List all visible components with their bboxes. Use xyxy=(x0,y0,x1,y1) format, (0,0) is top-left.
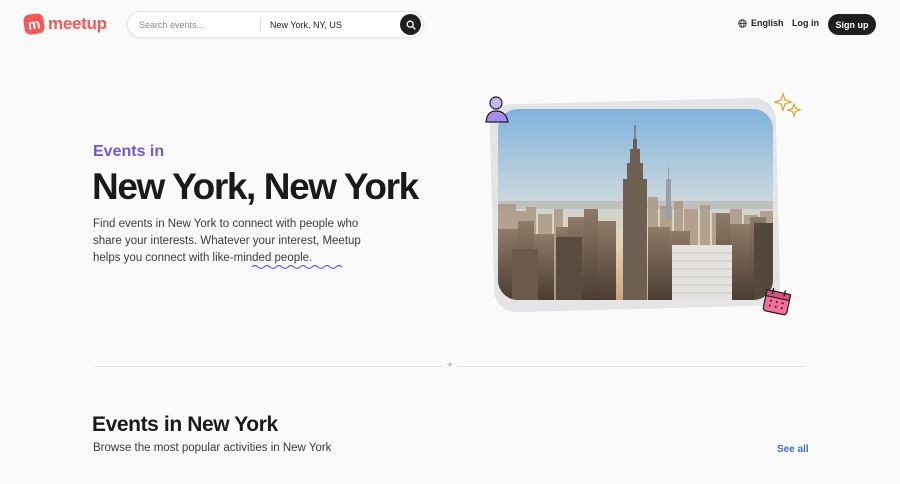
search-button[interactable] xyxy=(400,14,421,35)
search-bar xyxy=(127,11,424,38)
sparkle-icon xyxy=(774,92,802,119)
divider-star-icon: ✦ xyxy=(443,360,457,372)
language-label: English xyxy=(751,18,784,28)
nyc-skyline-illustration xyxy=(498,109,773,300)
top-header: m meetup English Log in Sign up xyxy=(0,0,900,50)
calendar-icon xyxy=(762,287,792,316)
signup-button[interactable]: Sign up xyxy=(828,14,876,35)
login-link[interactable]: Log in xyxy=(792,18,819,28)
search-divider xyxy=(260,18,261,32)
meetup-logo[interactable]: m meetup xyxy=(22,12,107,36)
events-section-title: Events in New York xyxy=(92,413,278,436)
logo-mark-icon: m xyxy=(22,12,46,36)
search-input[interactable] xyxy=(139,12,257,37)
person-icon xyxy=(485,96,509,123)
see-all-link[interactable]: See all xyxy=(777,444,809,455)
language-selector[interactable]: English xyxy=(738,18,784,28)
underline-squiggle xyxy=(251,264,343,270)
hero-eyebrow: Events in xyxy=(93,143,165,160)
page-title: New York, New York xyxy=(92,166,419,207)
events-section-subtitle: Browse the most popular activities in Ne… xyxy=(93,442,332,454)
location-input[interactable] xyxy=(270,12,390,37)
logo-text: meetup xyxy=(48,14,107,33)
search-icon xyxy=(406,20,416,30)
hero-description: Find events in New York to connect with … xyxy=(93,218,361,264)
globe-icon xyxy=(738,18,747,28)
hero-image xyxy=(498,109,773,300)
